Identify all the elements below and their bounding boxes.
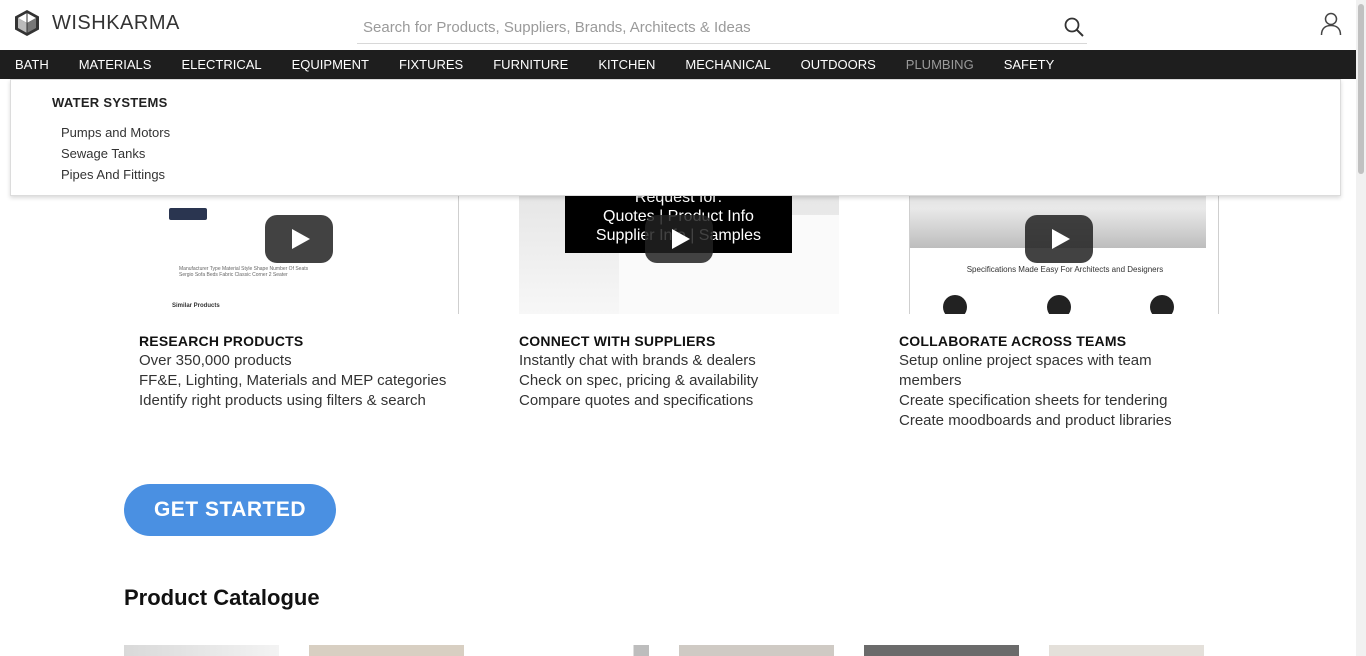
play-button[interactable]: [265, 215, 333, 263]
search-input[interactable]: [363, 16, 1053, 38]
feature-title: COLLABORATE ACROSS TEAMS: [899, 333, 1127, 349]
nav-item-outdoors[interactable]: OUTDOORS: [786, 50, 891, 79]
feature-connect: CONNECT WITH SUPPLIERS Instantly chat wi…: [519, 333, 859, 411]
catalogue-thumbnail[interactable]: [679, 645, 834, 656]
runner-icon: [1150, 295, 1174, 314]
product-catalogue-title: Product Catalogue: [124, 585, 320, 610]
catalogue-thumbnail[interactable]: [864, 645, 1019, 656]
logo[interactable]: WISHKARMA: [14, 9, 180, 37]
play-button[interactable]: [1025, 215, 1093, 263]
logo-cube-icon: [15, 10, 39, 36]
page-scrollbar[interactable]: [1356, 0, 1366, 656]
nav-item-kitchen[interactable]: KITCHEN: [583, 50, 670, 79]
logo-text: WISHKARMA: [52, 11, 180, 34]
feature-line: Identify right products using filters & …: [139, 392, 426, 409]
scrollbar-thumb[interactable]: [1358, 4, 1364, 174]
plumbing-dropdown: WATER SYSTEMS Pumps and Motors Sewage Ta…: [10, 79, 1341, 196]
category-nav: BATH MATERIALS ELECTRICAL EQUIPMENT FIXT…: [0, 50, 1356, 79]
catalogue-thumbnail[interactable]: [494, 645, 649, 656]
video-mini-vals: Sergio Sofa Beds Fabric Classic Corner 2…: [179, 272, 288, 278]
nav-item-bath[interactable]: BATH: [0, 50, 64, 79]
feature-title: RESEARCH PRODUCTS: [139, 333, 304, 349]
handshake-icon: [1047, 295, 1071, 314]
feature-line: Setup online project spaces with team me…: [899, 352, 1152, 389]
dropdown-heading[interactable]: WATER SYSTEMS: [52, 95, 168, 110]
catalogue-thumbnail[interactable]: [309, 645, 464, 656]
feature-line: Over 350,000 products: [139, 352, 292, 369]
site-header: WISHKARMA: [0, 0, 1356, 50]
get-started-button[interactable]: GET STARTED: [124, 484, 336, 536]
dropdown-link-sewage[interactable]: Sewage Tanks: [61, 146, 145, 161]
feature-line: Create moodboards and product libraries: [899, 412, 1172, 429]
play-button[interactable]: [645, 215, 713, 263]
search-bar: [357, 10, 1087, 44]
feature-line: Instantly chat with brands & dealers: [519, 352, 756, 369]
nav-item-mechanical[interactable]: MECHANICAL: [670, 50, 785, 79]
nav-item-fixtures[interactable]: FIXTURES: [384, 50, 478, 79]
video-tagline: Specifications Made Easy For Architects …: [966, 265, 1164, 274]
feature-line: Compare quotes and specifications: [519, 392, 754, 409]
dropdown-link-pumps[interactable]: Pumps and Motors: [61, 125, 170, 140]
user-account-icon[interactable]: [1320, 12, 1342, 36]
feature-line: Check on spec, pricing & availability: [519, 372, 759, 389]
video-mini-heading: Similar Products: [172, 303, 220, 309]
nav-item-safety[interactable]: SAFETY: [989, 50, 1070, 79]
feature-title: CONNECT WITH SUPPLIERS: [519, 333, 716, 349]
search-icon[interactable]: [1063, 16, 1085, 38]
nav-item-furniture[interactable]: FURNITURE: [478, 50, 583, 79]
catalogue-thumbnail[interactable]: [1049, 645, 1204, 656]
feature-collaborate: COLLABORATE ACROSS TEAMS Setup online pr…: [899, 333, 1199, 431]
search-feature-icon: [943, 295, 967, 314]
product-thumbnail: [169, 208, 207, 220]
nav-item-equipment[interactable]: EQUIPMENT: [277, 50, 384, 79]
nav-item-electrical[interactable]: ELECTRICAL: [166, 50, 276, 79]
catalogue-thumbnail[interactable]: [124, 645, 279, 656]
nav-item-plumbing[interactable]: PLUMBING: [891, 50, 989, 79]
feature-line: FF&E, Lighting, Materials and MEP catego…: [139, 372, 447, 389]
dropdown-link-pipes[interactable]: Pipes And Fittings: [61, 167, 165, 182]
feature-research: RESEARCH PRODUCTS Over 350,000 products …: [139, 333, 479, 411]
feature-line: Create specification sheets for tenderin…: [899, 392, 1168, 409]
nav-item-materials[interactable]: MATERIALS: [64, 50, 167, 79]
